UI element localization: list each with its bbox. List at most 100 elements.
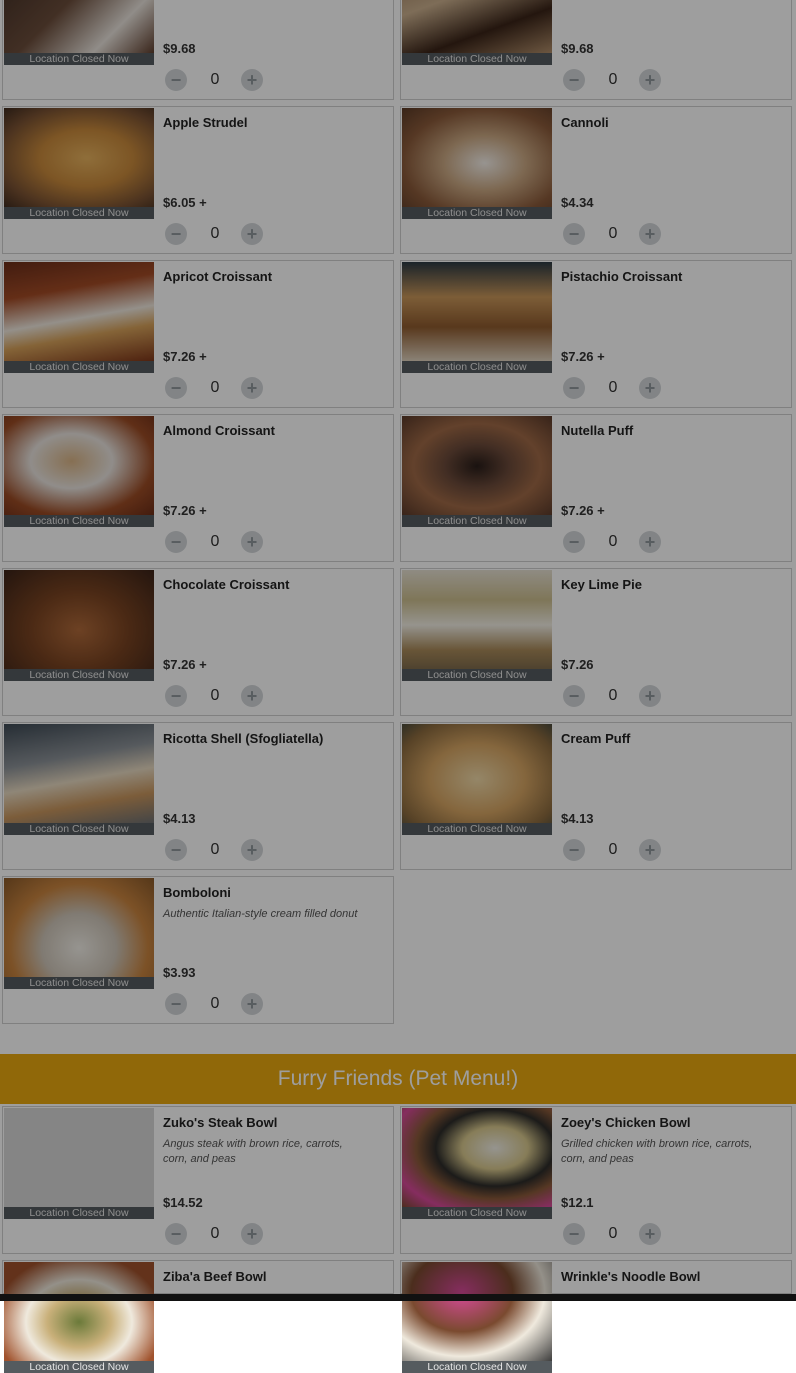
menu-item-card[interactable]: Location Closed Now Zoey's Chicken Bowl Gr…: [400, 1106, 792, 1254]
item-photo[interactable]: Location Closed Now: [4, 1108, 154, 1219]
menu-item-card[interactable]: Location Closed Now Cannoli $4.34 − 0 +: [400, 106, 792, 254]
menu-item-card[interactable]: Location Closed Now $9.68 − 0 +: [2, 0, 394, 100]
menu-item-card[interactable]: Location Closed Now Chocolate Croissant $7…: [2, 568, 394, 716]
menu-item-card[interactable]: Location Closed Now Key Lime Pie $7.26 − 0 +: [400, 568, 792, 716]
item-name[interactable]: Apricot Croissant: [163, 269, 272, 284]
plus-icon[interactable]: +: [241, 1223, 263, 1245]
menu-item-card[interactable]: Location Closed Now Zuko's Steak Bowl Angu…: [2, 1106, 394, 1254]
location-closed-label: Location Closed Now: [402, 669, 552, 681]
item-name[interactable]: Nutella Puff: [561, 423, 633, 438]
minus-icon[interactable]: −: [563, 1223, 585, 1245]
item-photo[interactable]: Location Closed Now: [4, 416, 154, 527]
minus-icon[interactable]: −: [165, 223, 187, 245]
minus-icon[interactable]: −: [165, 993, 187, 1015]
quantity-value: 0: [210, 995, 220, 1012]
plus-icon[interactable]: +: [639, 839, 661, 861]
item-name[interactable]: Ricotta Shell (Sfogliatella): [163, 731, 323, 746]
item-photo[interactable]: Location Closed Now: [4, 0, 154, 65]
item-photo[interactable]: Location Closed Now: [4, 1262, 154, 1373]
item-image: [402, 0, 552, 54]
item-description: Authentic Italian-style cream filled don…: [163, 908, 358, 920]
menu-item-card[interactable]: Location Closed Now Cream Puff $4.13 − 0 +: [400, 722, 792, 870]
minus-icon[interactable]: −: [563, 685, 585, 707]
menu-item-card[interactable]: Location Closed Now Almond Croissant $7.26…: [2, 414, 394, 562]
location-closed-label: Location Closed Now: [4, 823, 154, 835]
item-photo[interactable]: Location Closed Now: [4, 724, 154, 835]
item-photo[interactable]: Location Closed Now: [402, 0, 552, 65]
item-image: [4, 416, 154, 516]
item-name[interactable]: Cream Puff: [561, 731, 630, 746]
item-photo[interactable]: Location Closed Now: [402, 1262, 552, 1373]
plus-icon[interactable]: +: [639, 223, 661, 245]
item-name[interactable]: Zoey's Chicken Bowl: [561, 1115, 691, 1130]
location-closed-label: Location Closed Now: [4, 1207, 154, 1219]
menu-item-card[interactable]: Location Closed Now Apple Strudel $6.05 + −…: [2, 106, 394, 254]
plus-icon[interactable]: +: [241, 839, 263, 861]
plus-icon[interactable]: +: [639, 685, 661, 707]
quantity-value: 0: [210, 687, 220, 704]
location-closed-label: Location Closed Now: [4, 207, 154, 219]
item-photo[interactable]: Location Closed Now: [4, 878, 154, 989]
menu-item-card[interactable]: Location Closed Now Ricotta Shell (Sfogli…: [2, 722, 394, 870]
item-photo[interactable]: Location Closed Now: [402, 262, 552, 373]
item-name[interactable]: Ziba'a Beef Bowl: [163, 1269, 267, 1284]
item-photo[interactable]: Location Closed Now: [402, 1108, 552, 1219]
item-name[interactable]: Apple Strudel: [163, 115, 248, 130]
plus-icon[interactable]: +: [241, 993, 263, 1015]
item-photo[interactable]: Location Closed Now: [4, 108, 154, 219]
plus-icon[interactable]: +: [241, 69, 263, 91]
minus-icon[interactable]: −: [165, 531, 187, 553]
item-name[interactable]: Zuko's Steak Bowl: [163, 1115, 277, 1130]
item-name[interactable]: Almond Croissant: [163, 423, 275, 438]
quantity-stepper: − 0 +: [563, 531, 663, 553]
item-photo[interactable]: Location Closed Now: [4, 570, 154, 681]
item-image: [4, 1262, 154, 1362]
item-photo[interactable]: Location Closed Now: [402, 724, 552, 835]
quantity-stepper: − 0 +: [165, 69, 265, 91]
minus-icon[interactable]: −: [563, 377, 585, 399]
minus-icon[interactable]: −: [165, 377, 187, 399]
menu-item-card[interactable]: Location Closed Now Apricot Croissant $7.2…: [2, 260, 394, 408]
quantity-value: 0: [210, 379, 220, 396]
menu-item-card[interactable]: Location Closed Now $9.68 − 0 +: [400, 0, 792, 100]
item-photo[interactable]: Location Closed Now: [402, 570, 552, 681]
plus-icon[interactable]: +: [241, 531, 263, 553]
menu-item-card[interactable]: Location Closed Now Ziba'a Beef Bowl: [2, 1260, 394, 1373]
plus-icon[interactable]: +: [639, 69, 661, 91]
minus-icon[interactable]: −: [165, 69, 187, 91]
menu-item-card[interactable]: Location Closed Now Wrinkle's Noodle Bowl: [400, 1260, 792, 1373]
item-price: $9.68: [163, 41, 196, 56]
item-name[interactable]: Bomboloni: [163, 885, 231, 900]
minus-icon[interactable]: −: [165, 839, 187, 861]
item-photo[interactable]: Location Closed Now: [4, 262, 154, 373]
menu-item-card[interactable]: Location Closed Now Pistachio Croissant $7…: [400, 260, 792, 408]
quantity-stepper: − 0 +: [563, 1223, 663, 1245]
plus-icon[interactable]: +: [241, 377, 263, 399]
minus-icon[interactable]: −: [563, 839, 585, 861]
plus-icon[interactable]: +: [639, 1223, 661, 1245]
item-name[interactable]: Pistachio Croissant: [561, 269, 682, 284]
quantity-value: 0: [210, 1225, 220, 1242]
minus-icon[interactable]: −: [563, 69, 585, 91]
minus-icon[interactable]: −: [563, 531, 585, 553]
item-name[interactable]: Cannoli: [561, 115, 609, 130]
item-name[interactable]: Key Lime Pie: [561, 577, 642, 592]
bottom-bar: [0, 1294, 796, 1301]
plus-icon[interactable]: +: [241, 223, 263, 245]
item-name[interactable]: Chocolate Croissant: [163, 577, 289, 592]
plus-icon[interactable]: +: [639, 531, 661, 553]
item-photo[interactable]: Location Closed Now: [402, 108, 552, 219]
plus-icon[interactable]: +: [639, 377, 661, 399]
quantity-stepper: − 0 +: [165, 377, 265, 399]
minus-icon[interactable]: −: [563, 223, 585, 245]
item-photo[interactable]: Location Closed Now: [402, 416, 552, 527]
menu-item-card[interactable]: Location Closed Now Nutella Puff $7.26 + − 0…: [400, 414, 792, 562]
item-name[interactable]: Wrinkle's Noodle Bowl: [561, 1269, 700, 1284]
minus-icon[interactable]: −: [165, 685, 187, 707]
plus-icon[interactable]: +: [241, 685, 263, 707]
location-closed-label: Location Closed Now: [4, 53, 154, 65]
item-price: $7.26 +: [561, 503, 605, 518]
item-price: $7.26 +: [163, 657, 207, 672]
minus-icon[interactable]: −: [165, 1223, 187, 1245]
menu-item-card[interactable]: Location Closed Now Bomboloni Authentic It…: [2, 876, 394, 1024]
